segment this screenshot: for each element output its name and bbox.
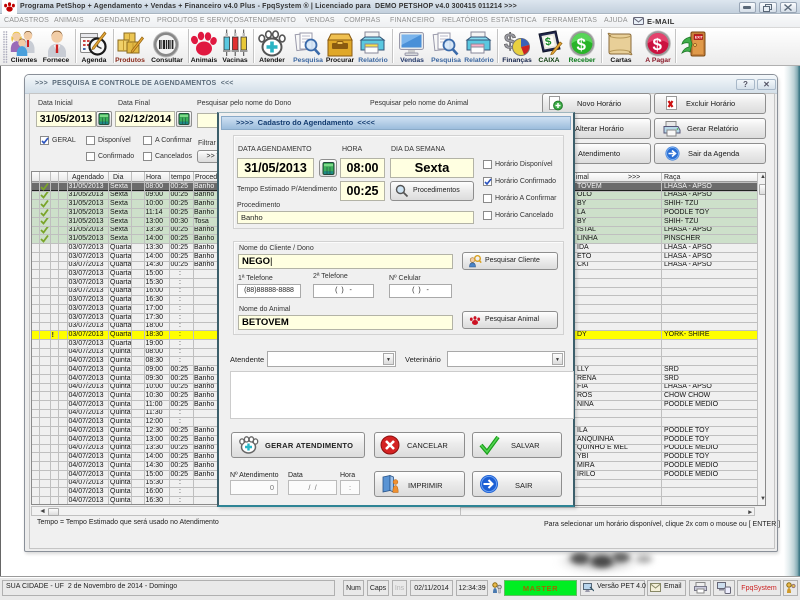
svg-text:EXIT: EXIT (695, 36, 704, 40)
svg-text:$: $ (577, 35, 587, 54)
svg-text:$: $ (653, 35, 663, 54)
